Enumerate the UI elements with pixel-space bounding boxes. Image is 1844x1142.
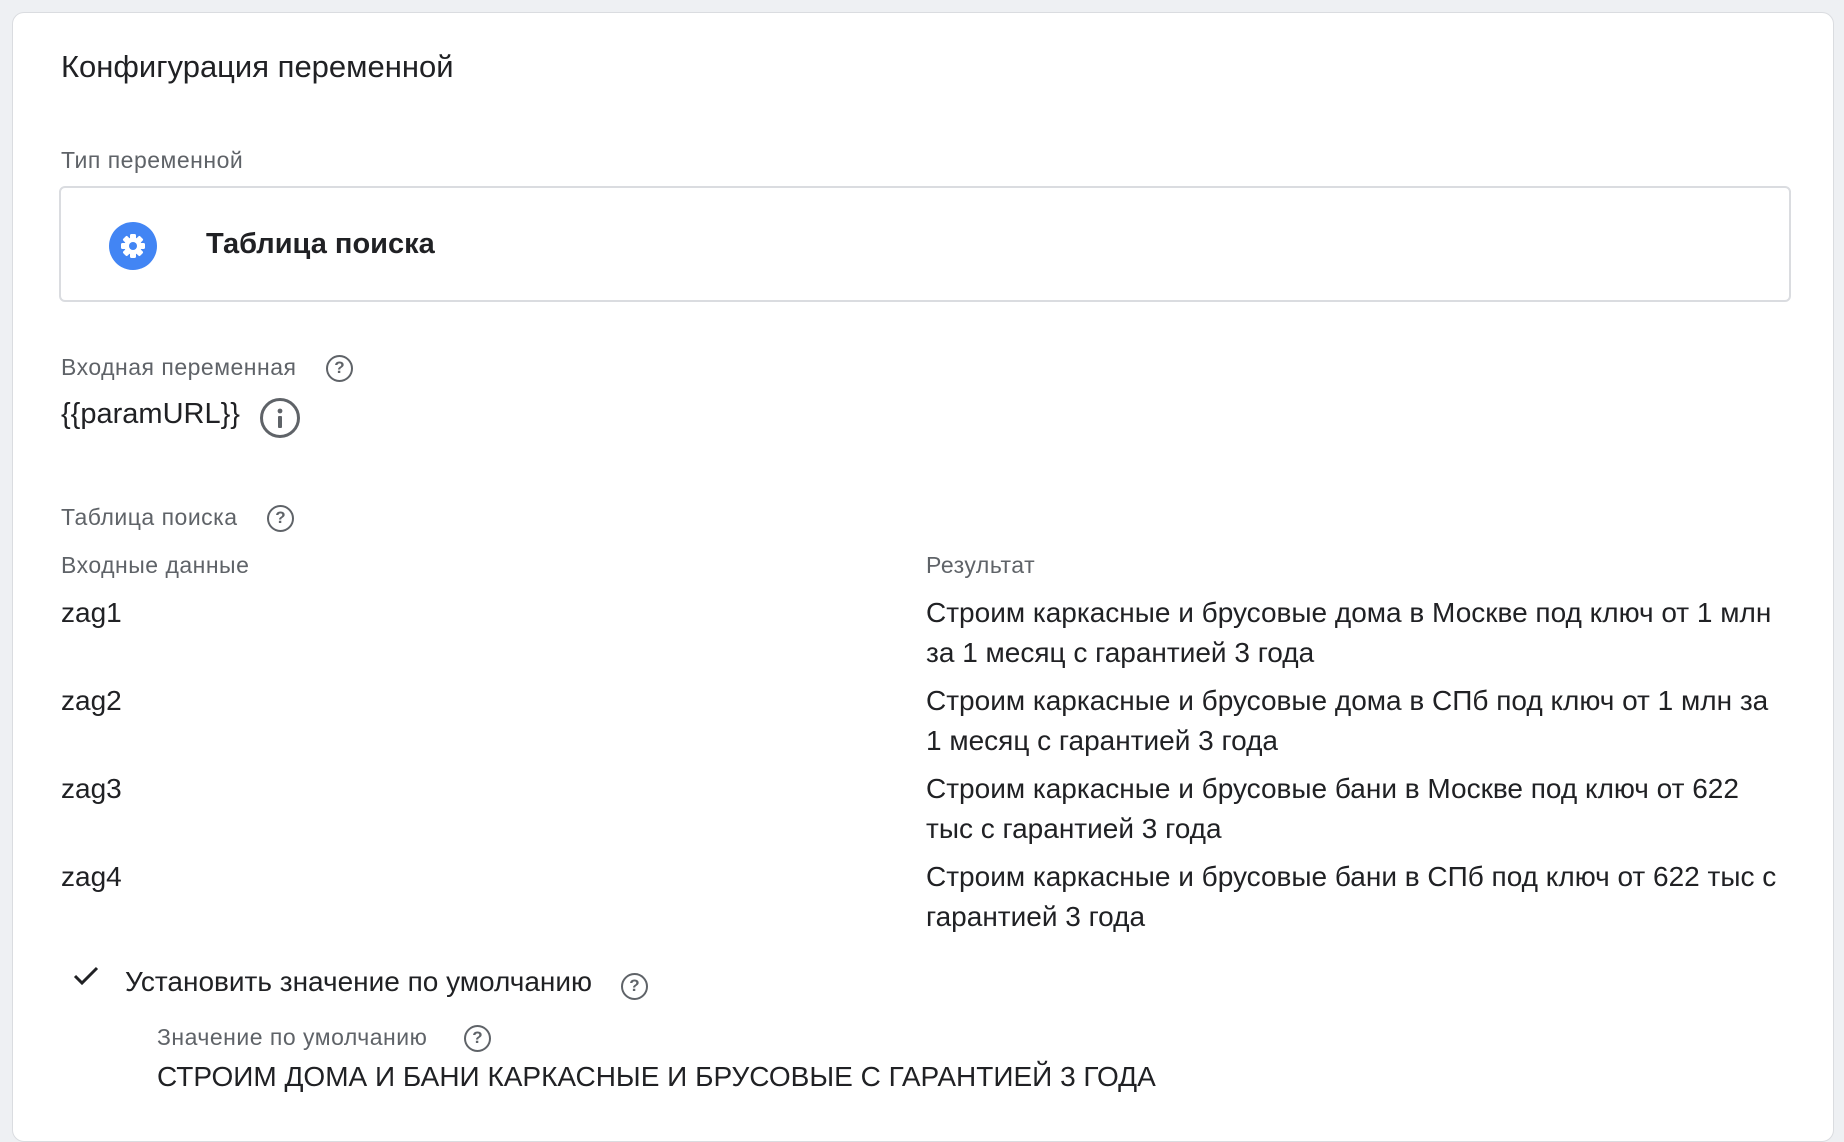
- gear-icon: [109, 222, 157, 270]
- table-row-input: zag2: [61, 685, 122, 716]
- section-title: Конфигурация переменной: [61, 49, 454, 84]
- column-header-output: Результат: [926, 552, 1036, 578]
- input-variable-label: Входная переменная: [61, 354, 297, 380]
- column-header-input: Входные данные: [61, 552, 250, 578]
- lookup-table-label: Таблица поиска: [61, 504, 238, 530]
- help-icon[interactable]: ?: [464, 1025, 491, 1052]
- table-row-output: Строим каркасные и брусовые дома в СПб п…: [926, 685, 1769, 756]
- default-value-label: Значение по умолчанию: [157, 1024, 428, 1050]
- variable-type-value: Таблица поиска: [206, 228, 435, 260]
- variable-configuration-card: Конфигурация переменной Тип переменной Т…: [12, 12, 1834, 1142]
- help-icon[interactable]: ?: [621, 973, 648, 1000]
- help-icon[interactable]: ?: [267, 505, 294, 532]
- variable-type-label: Тип переменной: [61, 147, 244, 173]
- info-icon[interactable]: [260, 398, 300, 438]
- checkmark-icon[interactable]: [71, 961, 101, 996]
- input-variable-value: {{paramURL}}: [61, 398, 240, 430]
- table-row-input: zag4: [61, 861, 122, 892]
- help-icon[interactable]: ?: [326, 355, 353, 382]
- table-row-input: zag1: [61, 597, 122, 628]
- variable-type-selector[interactable]: Таблица поиска: [59, 186, 1791, 302]
- default-value: СТРОИМ ДОМА И БАНИ КАРКАСНЫЕ И БРУСОВЫЕ …: [157, 1061, 1156, 1092]
- table-row-output: Строим каркасные и брусовые дома в Москв…: [926, 597, 1772, 668]
- table-row-output: Строим каркасные и брусовые бани в СПб п…: [926, 861, 1777, 932]
- table-row-input: zag3: [61, 773, 122, 804]
- table-row-output: Строим каркасные и брусовые бани в Москв…: [926, 773, 1739, 844]
- default-value-checkbox-label[interactable]: Установить значение по умолчанию: [125, 966, 592, 998]
